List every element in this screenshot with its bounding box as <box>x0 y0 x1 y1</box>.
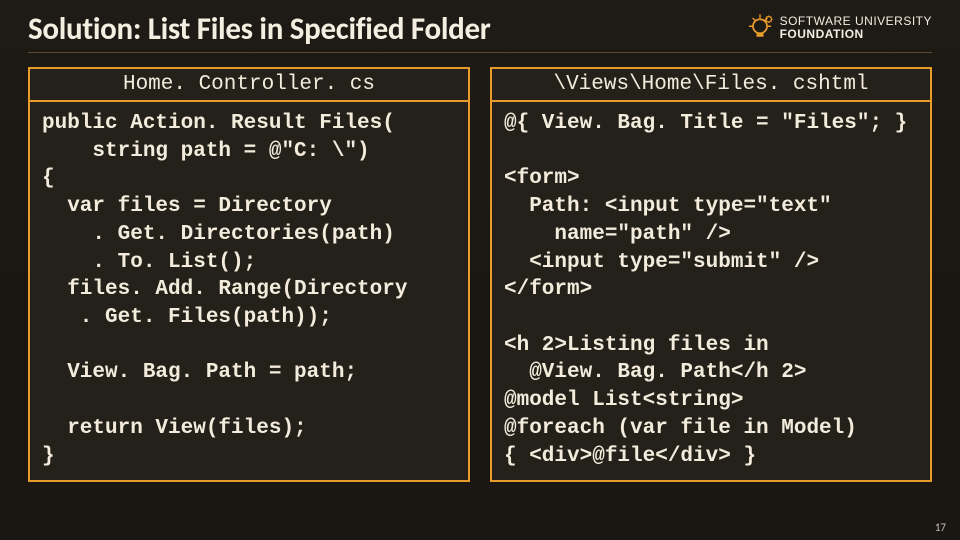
brand-logo: SOFTWARE UNIVERSITY FOUNDATION <box>746 14 932 42</box>
lightbulb-gear-icon <box>746 14 774 42</box>
slide: Solution: List Files in Specified Folder… <box>0 0 960 540</box>
left-code: public Action. Result Files( string path… <box>30 102 468 480</box>
right-filename: \Views\Home\Files. cshtml <box>492 69 930 102</box>
header: Solution: List Files in Specified Folder… <box>28 10 932 53</box>
right-code: @{ View. Bag. Title = "Files"; } <form> … <box>492 102 930 480</box>
brand-text: SOFTWARE UNIVERSITY FOUNDATION <box>780 15 932 40</box>
right-panel: \Views\Home\Files. cshtml @{ View. Bag. … <box>490 67 932 482</box>
left-panel: Home. Controller. cs public Action. Resu… <box>28 67 470 482</box>
left-filename: Home. Controller. cs <box>30 69 468 102</box>
brand-line-2: FOUNDATION <box>780 28 932 41</box>
code-columns: Home. Controller. cs public Action. Resu… <box>28 67 932 482</box>
page-title: Solution: List Files in Specified Folder <box>28 10 491 48</box>
page-number: 17 <box>935 521 946 534</box>
